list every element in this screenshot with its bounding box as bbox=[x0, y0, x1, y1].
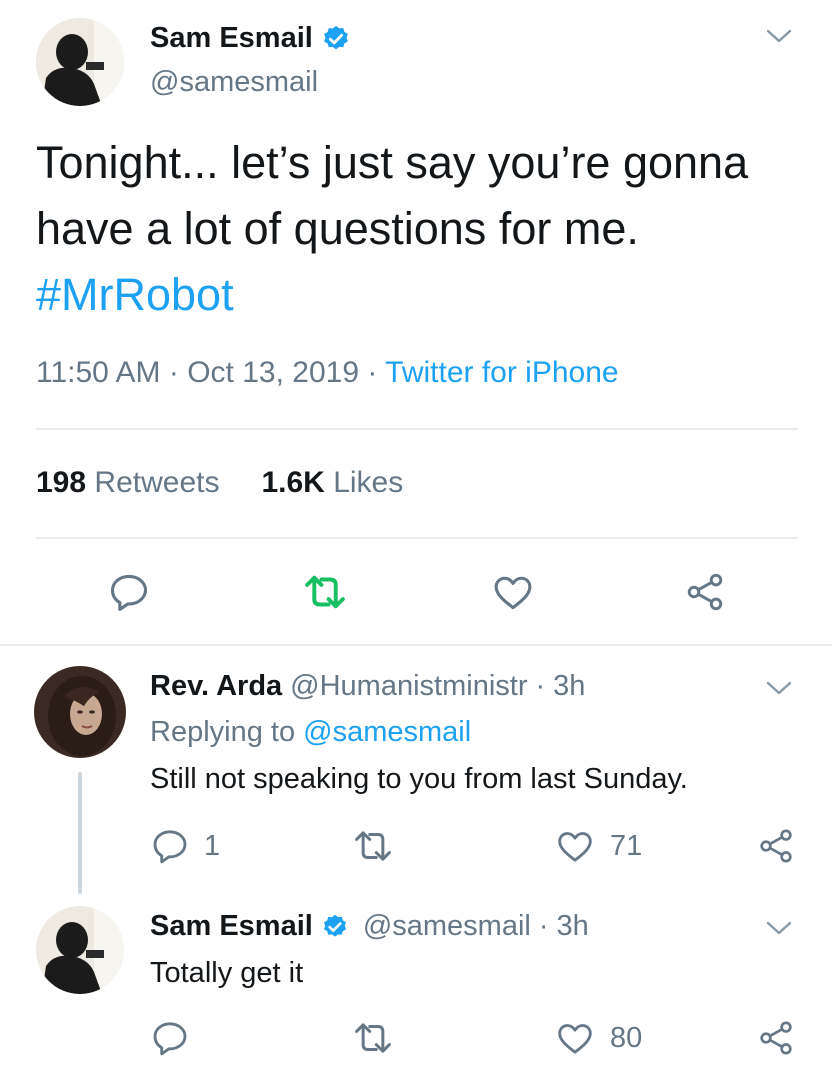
reply-time[interactable]: 3h bbox=[557, 910, 589, 943]
share-icon bbox=[760, 829, 792, 863]
retweets-stat[interactable]: 198 Retweets bbox=[36, 466, 219, 500]
reply-text: Totally get it bbox=[150, 957, 304, 989]
chevron-down-icon bbox=[766, 921, 792, 935]
retweet-button[interactable] bbox=[350, 1018, 410, 1058]
tweet-text: Tonight... let’s just say you’re gonna h… bbox=[36, 130, 806, 328]
like-icon bbox=[558, 1024, 592, 1054]
reply-text: Still not speaking to you from last Sund… bbox=[150, 763, 688, 795]
likes-stat[interactable]: 1.6K Likes bbox=[261, 466, 403, 500]
tweet-date: Oct 13, 2019 bbox=[187, 356, 360, 389]
chevron-down-icon bbox=[766, 681, 792, 695]
replying-to: Replying to @samesmail bbox=[150, 716, 471, 749]
reply-author-handle[interactable]: @samesmail bbox=[363, 910, 531, 943]
author-name-text[interactable]: Sam Esmail bbox=[150, 22, 313, 55]
retweet-button[interactable] bbox=[298, 570, 352, 614]
share-button[interactable] bbox=[680, 570, 730, 614]
retweet-label: Retweets bbox=[94, 466, 220, 499]
reply-author-avatar[interactable] bbox=[34, 666, 126, 758]
share-button[interactable] bbox=[756, 1018, 796, 1063]
like-button[interactable]: 80 bbox=[554, 1018, 642, 1058]
reply-button[interactable] bbox=[150, 1018, 204, 1058]
reply-author-name[interactable]: Sam Esmail bbox=[150, 910, 313, 943]
like-count: 80 bbox=[610, 1021, 643, 1054]
share-icon bbox=[760, 1021, 792, 1055]
reply-header: Sam Esmail @samesmail · 3h bbox=[150, 910, 589, 943]
reply-time[interactable]: 3h bbox=[553, 670, 585, 703]
meta-separator: · bbox=[538, 910, 549, 942]
replying-to-handle[interactable]: @samesmail bbox=[303, 716, 471, 748]
share-button[interactable] bbox=[756, 826, 796, 871]
tweet-stats: 198 Retweets 1.6K Likes bbox=[36, 466, 403, 500]
like-icon bbox=[558, 832, 592, 862]
tweet-menu-button[interactable] bbox=[766, 920, 792, 941]
reply-header: Rev. Arda @Humanistministr · 3h bbox=[150, 670, 585, 703]
tweet-menu-button[interactable] bbox=[766, 680, 792, 701]
reply-author-handle[interactable]: @Humanistministr bbox=[290, 670, 527, 703]
reply-count: 1 bbox=[204, 829, 221, 862]
tweet-source-link[interactable]: Twitter for iPhone bbox=[385, 356, 618, 389]
reply-icon bbox=[153, 830, 187, 864]
reply-button[interactable]: 1 bbox=[150, 826, 220, 866]
meta-separator: · bbox=[168, 356, 179, 389]
tweet-menu-button[interactable] bbox=[766, 28, 792, 49]
reply-icon bbox=[153, 1022, 187, 1056]
verified-badge-icon bbox=[323, 914, 346, 937]
author-avatar[interactable] bbox=[36, 18, 124, 106]
avatar-silhouette-icon bbox=[36, 18, 124, 106]
meta-separator: · bbox=[367, 356, 378, 389]
meta-separator: · bbox=[535, 670, 546, 702]
tweet-time: 11:50 AM bbox=[36, 356, 161, 389]
reply-author-avatar[interactable] bbox=[36, 906, 124, 994]
like-button[interactable] bbox=[488, 570, 538, 614]
reply-button[interactable] bbox=[104, 570, 154, 614]
retweet-count: 198 bbox=[36, 466, 87, 499]
retweet-button[interactable] bbox=[350, 826, 410, 866]
thread-line bbox=[78, 772, 82, 894]
avatar-silhouette-icon bbox=[36, 906, 124, 994]
avatar-portrait-icon bbox=[34, 666, 126, 758]
author-name[interactable]: Sam Esmail bbox=[150, 22, 351, 55]
retweet-icon bbox=[355, 831, 391, 861]
divider bbox=[36, 428, 798, 430]
like-count: 71 bbox=[610, 829, 643, 862]
divider bbox=[36, 537, 798, 539]
share-icon bbox=[687, 573, 723, 611]
like-icon bbox=[494, 576, 532, 610]
chevron-down-icon bbox=[766, 29, 792, 43]
tweet-body-text: Tonight... let’s just say you’re gonna h… bbox=[36, 137, 749, 254]
like-count: 1.6K bbox=[261, 466, 325, 499]
tweet-meta: 11:50 AM · Oct 13, 2019 · Twitter for iP… bbox=[36, 356, 619, 390]
reply-author-name[interactable]: Rev. Arda bbox=[150, 670, 282, 703]
reply-icon bbox=[110, 574, 148, 611]
hashtag-link[interactable]: #MrRobot bbox=[36, 269, 234, 320]
retweet-icon bbox=[305, 575, 345, 609]
replying-to-label: Replying to bbox=[150, 716, 296, 748]
like-button[interactable]: 71 bbox=[554, 826, 642, 866]
retweet-icon bbox=[355, 1023, 391, 1053]
verified-badge-icon bbox=[323, 25, 348, 49]
divider bbox=[0, 644, 832, 646]
author-handle[interactable]: @samesmail bbox=[150, 66, 318, 99]
like-label: Likes bbox=[333, 466, 404, 499]
